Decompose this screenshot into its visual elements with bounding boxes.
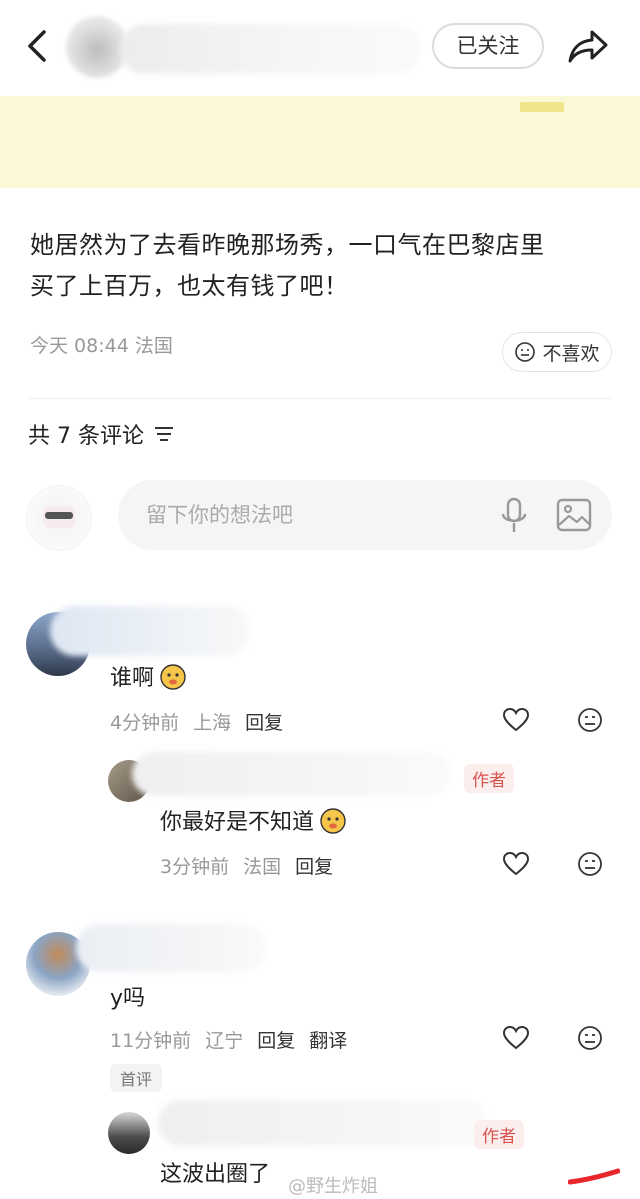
dislike-face-icon[interactable] [576, 850, 604, 878]
translate-button[interactable]: 翻译 [309, 1026, 347, 1053]
commenter-name-blurred[interactable] [50, 606, 250, 656]
author-name-blurred[interactable] [120, 24, 420, 74]
red-swoosh-mark [568, 1168, 620, 1185]
comment-location: 上海 [193, 712, 232, 734]
comment-count-row: 共 7 条评论 [28, 418, 174, 450]
banner-indicator [520, 102, 564, 112]
dislike-face-icon[interactable] [576, 1024, 604, 1052]
author-avatar[interactable] [66, 16, 128, 78]
author-badge: 作者 [474, 1120, 524, 1149]
post-text-line: 买了上百万，也太有钱了吧！ [30, 272, 349, 300]
first-comment-badge: 首评 [110, 1064, 163, 1092]
comment-time: 11分钟前 [110, 1030, 192, 1052]
reply-text: 这波出圈了 [160, 1162, 271, 1187]
avatar-face-icon [43, 506, 75, 528]
sort-icon[interactable] [154, 425, 174, 443]
my-avatar [26, 485, 92, 551]
heart-icon[interactable] [502, 706, 530, 734]
reply-text: 你最好是不知道 [160, 810, 315, 835]
reply-button[interactable]: 回复 [257, 1026, 295, 1053]
comment-text: y吗 [110, 986, 146, 1011]
comment-time: 4分钟前 [110, 712, 180, 734]
comment-input[interactable]: 留下你的想法吧 [118, 480, 612, 550]
comment-meta: 4分钟前 上海 回复 [110, 708, 283, 735]
image-icon[interactable] [556, 497, 592, 533]
follow-button[interactable]: 已关注 [432, 23, 544, 69]
heart-icon[interactable] [502, 1024, 530, 1052]
comment-meta: 11分钟前 辽宁 回复 翻译 [110, 1026, 347, 1053]
reply-body: 你最好是不知道 [160, 804, 348, 836]
reply-meta: 3分钟前 法国 回复 [160, 852, 333, 879]
post-meta: 今天 08:44 法国 [30, 335, 173, 357]
comment-text: 谁啊 [110, 666, 155, 691]
post-text-line: 她居然为了去看昨晚那场秀，一口气在巴黎店里 [30, 231, 545, 259]
share-icon[interactable] [566, 26, 610, 66]
reply-time: 3分钟前 [160, 856, 230, 878]
dislike-face-icon[interactable] [576, 706, 604, 734]
dislike-button[interactable]: 不喜欢 [502, 332, 612, 372]
comment-body: 谁啊 [110, 660, 188, 692]
replier-name-blurred[interactable] [132, 752, 452, 796]
reply-button[interactable]: 回复 [245, 708, 283, 735]
watermark: @野生炸姐 [288, 1176, 378, 1197]
heart-icon[interactable] [502, 850, 530, 878]
neutral-face-icon [515, 342, 536, 362]
back-arrow-icon[interactable] [22, 26, 54, 66]
author-badge: 作者 [464, 764, 514, 793]
commenter-name-blurred[interactable] [76, 924, 266, 972]
reply-location: 法国 [243, 856, 282, 878]
comment-location: 辽宁 [205, 1030, 244, 1052]
divider [28, 398, 612, 399]
emoji-sticker-icon [160, 664, 186, 690]
comment-count: 共 7 条评论 [28, 424, 144, 449]
emoji-sticker-icon [320, 808, 346, 834]
reply-button[interactable]: 回复 [295, 852, 333, 879]
reply-avatar[interactable] [108, 1112, 150, 1154]
microphone-icon[interactable] [498, 497, 530, 535]
dislike-label: 不喜欢 [542, 342, 600, 365]
post-content: 她居然为了去看昨晚那场秀，一口气在巴黎店里 买了上百万，也太有钱了吧！ [30, 225, 620, 307]
replier-name-blurred[interactable] [158, 1100, 488, 1146]
